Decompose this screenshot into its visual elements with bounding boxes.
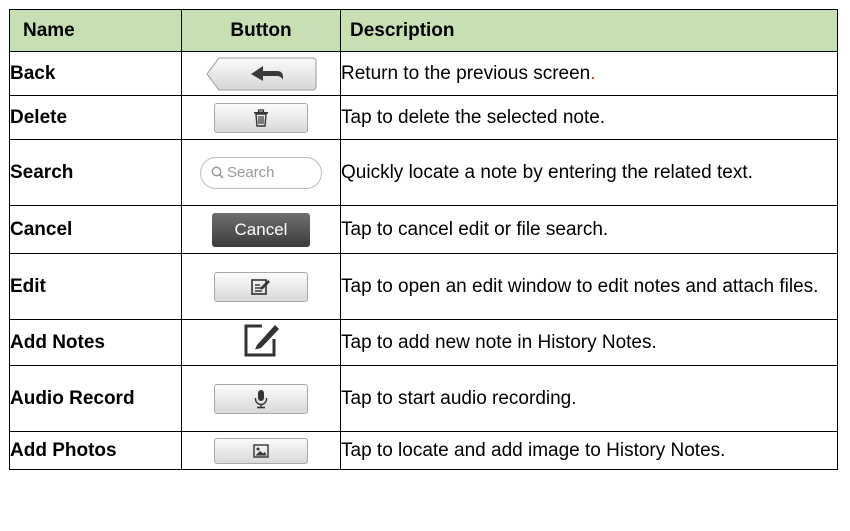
back-arrow-icon <box>206 57 317 90</box>
row-description: Tap to cancel edit or file search. <box>340 205 838 254</box>
header-name: Name <box>9 9 182 52</box>
row-name: Back <box>9 51 182 96</box>
button-cell <box>181 319 341 366</box>
button-cell <box>181 51 341 96</box>
button-cell <box>181 431 341 470</box>
add-notes-button[interactable] <box>242 321 280 364</box>
search-input[interactable]: Search <box>200 156 322 189</box>
table-row: Search Search Quickly locate a note by e… <box>9 139 838 206</box>
back-button[interactable] <box>205 56 317 92</box>
table-row: Cancel Cancel Tap to cancel edit or file… <box>9 205 838 254</box>
table-row: Add Photos Tap to locate and add image t… <box>9 431 838 470</box>
row-name: Audio Record <box>9 365 182 432</box>
header-button: Button <box>181 9 341 52</box>
row-name: Add Photos <box>9 431 182 470</box>
description-text: Return to the previous screen <box>341 62 591 84</box>
description-suffix: . <box>590 62 596 84</box>
edit-button[interactable] <box>214 271 308 302</box>
table-row: Add Notes Tap to add new note in History… <box>9 319 838 366</box>
row-name: Delete <box>9 95 182 140</box>
add-photos-button[interactable] <box>214 437 308 464</box>
button-cell <box>181 95 341 140</box>
row-description: Return to the previous screen. <box>340 51 838 96</box>
table-row: Audio Record Tap to start audio recordin… <box>9 365 838 432</box>
button-reference-table: Name Button Description Back Return to t… <box>9 9 838 470</box>
delete-button[interactable] <box>214 102 308 133</box>
table-row: Delete Tap to delete the selected note. <box>9 95 838 140</box>
row-name: Add Notes <box>9 319 182 366</box>
trash-icon <box>254 108 268 127</box>
pencil-square-icon <box>244 324 279 357</box>
header-description: Description <box>340 9 838 52</box>
row-description: Tap to add new note in History Notes. <box>340 319 838 366</box>
header-row: Name Button Description <box>9 9 838 52</box>
image-icon <box>253 443 269 458</box>
edit-icon <box>251 278 270 295</box>
search-icon <box>211 166 224 179</box>
row-name: Search <box>9 139 182 206</box>
button-cell <box>181 365 341 432</box>
row-description: Quickly locate a note by entering the re… <box>340 139 838 206</box>
table-row: Edit Tap to open an edit window to edit … <box>9 253 838 320</box>
row-description: Tap to delete the selected note. <box>340 95 838 140</box>
microphone-icon <box>254 389 268 408</box>
row-description: Tap to start audio recording. <box>340 365 838 432</box>
search-placeholder: Search <box>227 164 275 181</box>
button-cell <box>181 253 341 320</box>
button-cell: Cancel <box>181 205 341 254</box>
cancel-button[interactable]: Cancel <box>212 212 310 247</box>
row-name: Edit <box>9 253 182 320</box>
button-cell: Search <box>181 139 341 206</box>
row-description: Tap to open an edit window to edit notes… <box>340 253 838 320</box>
audio-record-button[interactable] <box>214 383 308 414</box>
row-description: Tap to locate and add image to History N… <box>340 431 838 470</box>
table-row: Back Return to the previous screen. <box>9 51 838 96</box>
row-name: Cancel <box>9 205 182 254</box>
